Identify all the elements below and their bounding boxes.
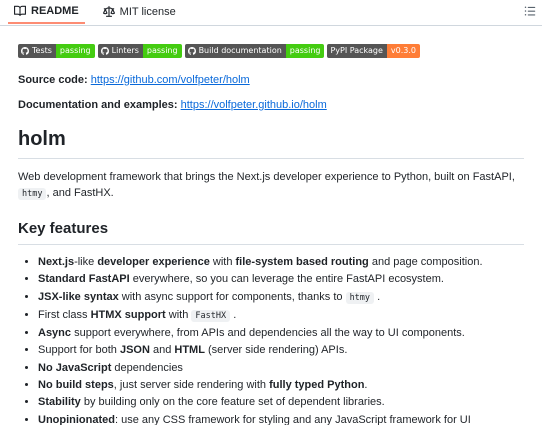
feature-bold: Unopinionated (38, 413, 115, 425)
feature-bold: Standard FastAPI (38, 273, 130, 286)
feature-text: with (165, 308, 192, 321)
feature-item: Support for both JSON and HTML (server s… (38, 342, 524, 359)
feature-item: Standard FastAPI everywhere, so you can … (38, 271, 524, 288)
readme-tabs: README MIT license (0, 0, 542, 26)
source-code-line: Source code: https://github.com/volfpete… (18, 72, 524, 88)
feature-text: and (149, 344, 175, 357)
feature-text: , just server side rendering with (113, 379, 270, 392)
feature-item: Stability by building only on the core f… (38, 394, 524, 411)
feature-item: JSX-like syntax with async support for c… (38, 289, 524, 307)
feature-item: First class HTMX support with FastHX . (38, 307, 524, 325)
feature-text: -like (74, 256, 98, 268)
feature-text: everywhere, so you can leverage the enti… (129, 273, 444, 286)
badge-tests-label-part: Tests (18, 44, 56, 58)
project-description: Web development framework that brings th… (18, 169, 524, 202)
feature-item: Unopinionated: use any CSS framework for… (38, 412, 524, 425)
feature-text: with (209, 256, 236, 268)
docs-line: Documentation and examples: https://volf… (18, 97, 524, 113)
feature-bold: Stability (38, 396, 81, 409)
feature-text: Support for both (38, 344, 120, 357)
features-list: Next.js-like developer experience with f… (18, 254, 524, 425)
list-icon[interactable] (524, 5, 536, 17)
feature-bold: JSX-like syntax (38, 290, 119, 303)
feature-bold: JSON (119, 344, 150, 357)
feature-bold: fully typed Python (269, 379, 365, 392)
badge-pypi-label-part: PyPI Package (327, 44, 387, 58)
badge-build-docs-status: passing (285, 44, 325, 58)
badge-pypi-version: v0.3.0 (386, 44, 421, 58)
feature-text: First class (38, 308, 91, 321)
book-icon (14, 5, 26, 16)
feature-code: FastHX (191, 309, 231, 322)
feature-text: . (364, 379, 368, 392)
features-heading: Key features (18, 219, 524, 245)
feature-text: dependencies (111, 361, 183, 374)
feature-text: with async support for components, thank… (118, 290, 346, 303)
badge-pypi-label: PyPI Package (330, 46, 383, 55)
badge-linters[interactable]: Linters passing (97, 44, 182, 58)
feature-text: and page composition. (368, 256, 483, 268)
feature-bold: HTMX support (90, 308, 166, 321)
feature-bold: No JavaScript (38, 361, 112, 374)
feature-code: htmy (345, 291, 375, 304)
badge-tests-status: passing (55, 44, 95, 58)
feature-text: . (377, 290, 381, 303)
description-code-htmy: htmy (18, 188, 47, 200)
feature-bold: HTML (174, 344, 205, 357)
feature-text: by building only on the core feature set… (80, 396, 385, 409)
feature-item: No JavaScript dependencies (38, 360, 524, 377)
badge-linters-label-part: Linters (97, 44, 143, 58)
badge-tests[interactable]: Tests passing (18, 44, 95, 58)
tab-readme[interactable]: README (8, 0, 85, 24)
source-code-label: Source code: (18, 74, 88, 86)
badge-build-docs[interactable]: Build documentation passing (184, 44, 325, 58)
feature-text: . (233, 308, 237, 321)
docs-link[interactable]: https://volfpeter.github.io/holm (181, 99, 327, 111)
github-icon (100, 47, 109, 55)
page-title: holm (18, 126, 524, 159)
readme-content: Tests passing Linters passing Build docu… (0, 44, 542, 425)
description-text-1: Web development framework that brings th… (18, 171, 515, 183)
github-icon (187, 47, 196, 55)
feature-item: Async support everywhere, from APIs and … (38, 325, 524, 342)
scale-icon (102, 6, 115, 17)
feature-bold: developer experience (97, 256, 210, 268)
feature-item: Next.js-like developer experience with f… (38, 254, 524, 271)
feature-item: No build steps, just server side renderi… (38, 377, 524, 394)
badge-build-docs-label: Build documentation (198, 46, 282, 55)
github-icon (21, 47, 29, 55)
feature-bold: Next.js (38, 256, 75, 268)
badge-linters-label: Linters (111, 46, 139, 55)
feature-bold: file-system based routing (235, 256, 369, 268)
source-code-link[interactable]: https://github.com/volfpeter/holm (91, 74, 250, 86)
docs-label: Documentation and examples: (18, 99, 178, 111)
badge-row: Tests passing Linters passing Build docu… (18, 44, 524, 58)
feature-bold: Async (38, 327, 72, 340)
feature-bold: No build steps (38, 379, 114, 392)
feature-text: support everywhere, from APIs and depend… (71, 327, 465, 340)
tab-license[interactable]: MIT license (97, 0, 182, 24)
badge-linters-status: passing (142, 44, 182, 58)
badge-build-docs-label-part: Build documentation (184, 44, 286, 58)
badge-tests-label: Tests (32, 46, 52, 55)
tab-license-label: MIT license (119, 6, 176, 18)
badge-pypi[interactable]: PyPI Package v0.3.0 (327, 44, 421, 58)
description-text-2: , and FastHX. (46, 187, 114, 199)
tab-readme-label: README (31, 5, 79, 17)
feature-text: (server side rendering) APIs. (204, 344, 348, 357)
